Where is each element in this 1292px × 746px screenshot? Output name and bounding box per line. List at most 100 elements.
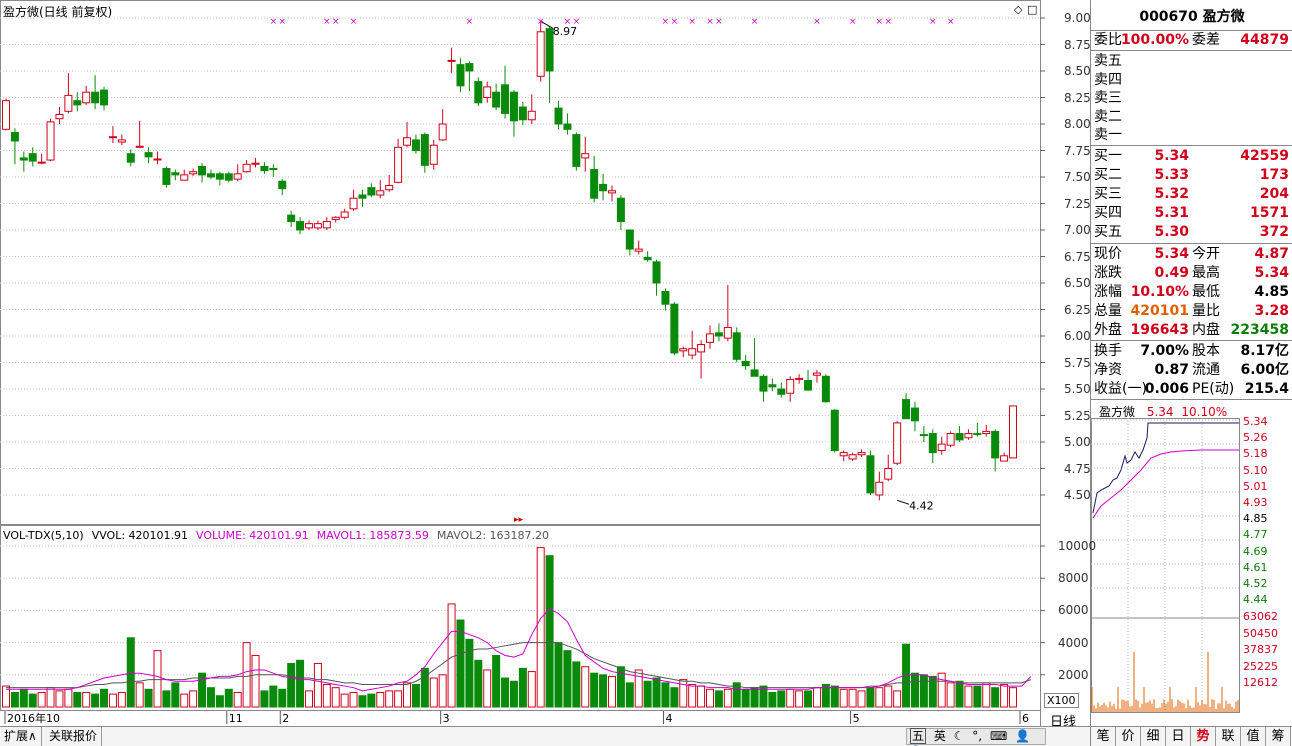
volume-bar — [813, 688, 820, 707]
volume-bar — [528, 672, 535, 707]
right-tab-7[interactable]: 筹 — [1266, 727, 1291, 746]
candle-body — [778, 389, 785, 394]
candle-body — [341, 212, 348, 217]
ime-english-icon: 英 — [934, 729, 946, 743]
candle-body — [751, 370, 758, 376]
mini-price-label: 4.69 — [1243, 545, 1268, 558]
price-axis-label: 4.50 — [1064, 488, 1091, 502]
volume-bar — [172, 683, 179, 707]
volume-bar — [573, 662, 580, 707]
volume-bar — [947, 683, 954, 707]
mini-price-label: 4.61 — [1243, 561, 1268, 574]
right-tab-5[interactable]: 联 — [1216, 727, 1241, 746]
candle-body — [65, 95, 72, 111]
volume-bar — [715, 691, 722, 707]
right-tab-6[interactable]: 值 — [1241, 727, 1266, 746]
x-tick-label: 11 — [229, 712, 243, 725]
vol-indicator-name[interactable]: VOL-TDX(5,10) — [3, 529, 84, 542]
low-pointer — [897, 500, 909, 504]
candle-body — [555, 108, 562, 124]
volume-bar — [243, 643, 250, 707]
candle-body — [56, 114, 63, 118]
price-axis-label: 5.00 — [1064, 435, 1091, 449]
volume-bar — [288, 664, 295, 707]
candle-body — [386, 185, 393, 189]
buy-row-2[interactable]: 买二 5.33 173 — [1091, 166, 1292, 184]
stat-row-0: 现价 5.34 今开 4.87 — [1091, 245, 1292, 263]
sell-row-2: 卖二 — [1091, 108, 1292, 126]
mini-price-label: 4.93 — [1243, 496, 1268, 509]
diamond-icon[interactable]: ◇ — [1014, 3, 1022, 16]
volume-bar — [920, 675, 927, 707]
sell-row-4: 卖四 — [1091, 71, 1292, 89]
event-marker: × — [688, 17, 696, 27]
candle-body — [840, 453, 847, 456]
candle-body — [510, 92, 517, 121]
volume-bar — [136, 683, 143, 707]
stat2-row-0: 换手 7.00% 股本 8.17亿 — [1091, 342, 1292, 360]
event-marker: × — [332, 17, 340, 27]
price-axis-label: 5.50 — [1064, 382, 1091, 396]
weibi-row: 委比 100.00% 委差 44879 — [1091, 31, 1292, 49]
ime-toolbar[interactable]: 五 英 ☾ °, ⌨ 👤 🔧 — [906, 728, 1046, 745]
right-tab-2[interactable]: 细 — [1141, 727, 1166, 746]
candle-body — [323, 222, 330, 228]
candle-body — [929, 434, 936, 453]
buy-row-1[interactable]: 买一 5.34 42559 — [1091, 147, 1292, 165]
candle-body — [573, 135, 580, 167]
expand-tab[interactable]: 扩展∧ — [0, 727, 42, 746]
volume-bar — [885, 686, 892, 707]
person-icon: 👤 — [1015, 729, 1030, 743]
volume-bar — [519, 668, 526, 707]
stat2-row-1: 净资 0.87 流通 6.00亿 — [1091, 361, 1292, 379]
kline-chart[interactable]: 8.974.42× × × × × × × × × × × × × × × × × × × × ×▸▸2016年10 11… — [0, 0, 1090, 726]
x-tick-label: 2016年10 — [7, 711, 60, 725]
candle-body — [305, 224, 312, 228]
right-tab-1[interactable]: 价 — [1116, 727, 1141, 746]
buy-row-4[interactable]: 买四 5.31 1571 — [1091, 204, 1292, 222]
candle-body — [894, 423, 901, 463]
candle-body — [154, 159, 161, 160]
volume-bar — [430, 678, 437, 707]
price-axis-label: 8.25 — [1064, 91, 1091, 105]
mini-price-label: 4.44 — [1243, 593, 1268, 606]
right-tab-4[interactable]: 势 — [1191, 727, 1216, 746]
maximize-icon[interactable]: □ — [1027, 3, 1037, 16]
volume-bar — [894, 691, 901, 707]
candle-body — [83, 92, 90, 103]
related-quotes-tab[interactable]: 关联报价 — [45, 727, 102, 746]
moon-icon: ☾ — [954, 729, 965, 743]
candle-body — [600, 184, 607, 190]
event-marker: × — [466, 17, 474, 27]
price-axis-label: 8.00 — [1064, 117, 1091, 131]
stat2-row-2: 收益(一) 0.006 PE(动) 215.4 — [1091, 380, 1292, 398]
volume-bar — [323, 684, 330, 707]
right-tab-0[interactable]: 笔 — [1091, 727, 1116, 746]
volume-bar — [92, 694, 99, 707]
mini-price-label: 4.77 — [1243, 528, 1268, 541]
event-marker: × — [849, 17, 857, 27]
volume-bar — [644, 681, 651, 707]
right-tab-3[interactable]: 日 — [1166, 727, 1191, 746]
volume-bar — [270, 686, 277, 707]
vol-unit-badge: X100 — [1044, 693, 1079, 708]
candle-body — [412, 140, 419, 151]
event-marker: × — [751, 17, 759, 27]
volume-bar — [600, 675, 607, 707]
volume-bar — [1001, 684, 1008, 707]
mini-price-label: 4.52 — [1243, 577, 1268, 590]
volume-bar — [29, 694, 36, 707]
event-marker: × — [706, 17, 714, 27]
price-axis-label: 6.75 — [1064, 250, 1091, 264]
volume-bar — [38, 693, 45, 707]
volume-bar — [475, 660, 482, 707]
volume-bar — [252, 655, 259, 707]
candle-body — [537, 32, 544, 77]
buy-row-5[interactable]: 买五 5.30 372 — [1091, 223, 1292, 241]
candle-body — [38, 162, 45, 163]
volume-bar — [546, 556, 553, 707]
mini-volume-label: 63062 — [1243, 610, 1278, 623]
buy-row-3[interactable]: 买三 5.32 204 — [1091, 185, 1292, 203]
stock-code-name[interactable]: 000670 盈方微 — [1091, 8, 1292, 26]
candle-body — [368, 188, 375, 195]
